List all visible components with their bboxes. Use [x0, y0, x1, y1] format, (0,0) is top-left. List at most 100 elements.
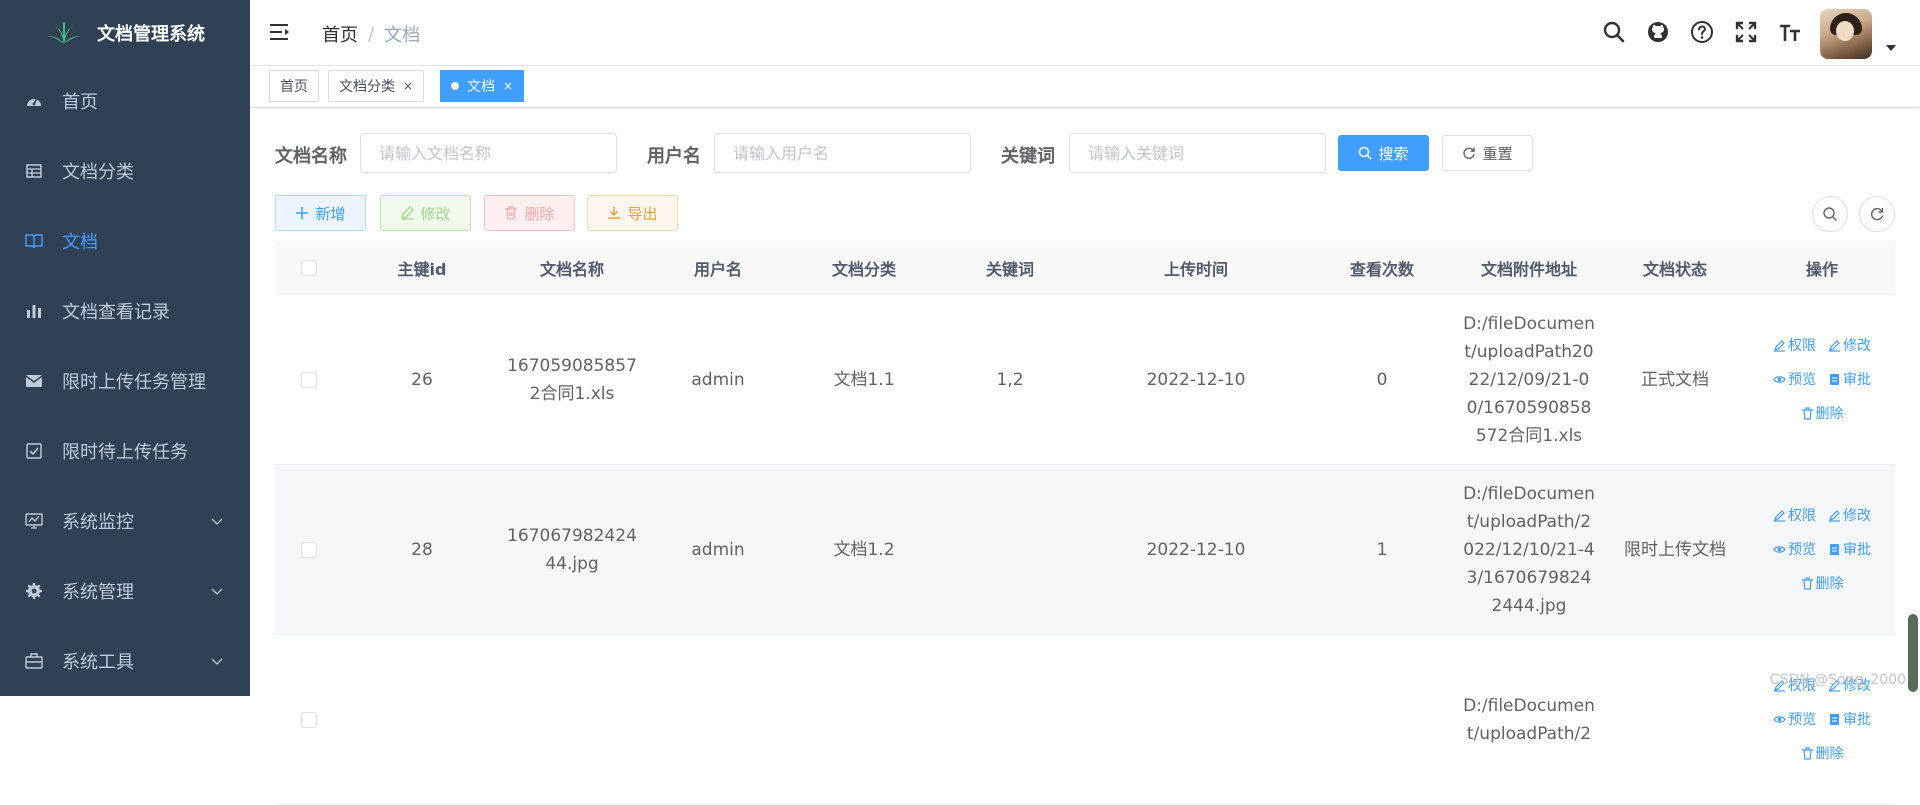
doc-name-label: 文档名称 [275, 142, 347, 168]
doc-name-input[interactable] [360, 133, 617, 173]
sidebar-item-3[interactable]: 文档查看记录 [0, 276, 250, 346]
sidebar-item-7[interactable]: 系统管理 [0, 556, 250, 626]
avatar[interactable] [1820, 9, 1872, 59]
sidebar-item-8[interactable]: 系统工具 [0, 626, 250, 696]
row-edit-link[interactable]: 修改 [1828, 502, 1871, 530]
select-all-checkbox[interactable] [301, 260, 317, 276]
search-icon[interactable] [1602, 20, 1626, 44]
cell-views: 1 [1307, 465, 1457, 634]
chart-icon [24, 301, 44, 321]
row-checkbox[interactable] [301, 712, 317, 728]
row-approve-link[interactable]: 审批 [1828, 366, 1871, 394]
export-button[interactable]: 导出 [587, 195, 678, 231]
search-icon [1822, 206, 1838, 222]
download-icon [607, 206, 621, 220]
app-title: 文档管理系统 [97, 20, 205, 46]
row-checkbox[interactable] [301, 542, 317, 558]
select-all-cell [275, 241, 343, 294]
reset-button[interactable]: 重置 [1442, 135, 1533, 171]
cell-path: D:/fileDocument/uploadPath/2022/12/10/21… [1457, 465, 1601, 634]
row-actions: 权限修改预览审批删除 [1749, 465, 1895, 634]
row-permission-link[interactable]: 权限 [1773, 502, 1816, 530]
toggle-search-button[interactable] [1812, 196, 1848, 232]
cell-name: 167067982424 44.jpg [501, 465, 643, 634]
row-preview-link[interactable]: 预览 [1773, 366, 1816, 394]
tag-label: 文档分类 [339, 76, 395, 96]
op-label: 预览 [1788, 536, 1816, 564]
search-button[interactable]: 搜索 [1338, 135, 1429, 171]
table-body: 261670590858572合同1.xlsadmin文档1.11,22022-… [275, 295, 1895, 805]
breadcrumb-separator: / [368, 24, 374, 45]
row-select-cell [275, 295, 343, 464]
font-size-icon[interactable] [1778, 20, 1802, 44]
sidebar: 文档管理系统 首页文档分类文档文档查看记录限时上传任务管理限时待上传任务系统监控… [0, 0, 250, 696]
header-username[interactable]: 用户名 [643, 241, 793, 294]
refresh-button[interactable] [1859, 196, 1895, 232]
reset-button-label: 重置 [1482, 143, 1512, 164]
avatar-face [1836, 21, 1854, 41]
caret-down-icon[interactable] [1886, 44, 1896, 52]
header-path[interactable]: 文档附件地址 [1457, 241, 1601, 294]
edit-button[interactable]: 修改 [380, 195, 471, 231]
cell-category: 文档1.1 [793, 295, 935, 464]
row-delete-link[interactable]: 删除 [1801, 740, 1844, 768]
row-preview-link[interactable]: 预览 [1773, 706, 1816, 734]
hamburger-icon[interactable] [270, 22, 292, 42]
keyword-input[interactable] [1069, 133, 1326, 173]
cell-keywords [935, 465, 1085, 634]
op-label: 审批 [1843, 366, 1871, 394]
edit-icon [1828, 339, 1841, 352]
header-upload-time[interactable]: 上传时间 [1085, 241, 1307, 294]
close-icon[interactable]: × [503, 79, 513, 93]
tag-home[interactable]: 首页 [269, 70, 319, 102]
preview-icon [1773, 543, 1786, 556]
row-edit-link[interactable]: 修改 [1828, 332, 1871, 360]
fullscreen-icon[interactable] [1734, 20, 1758, 44]
add-button-label: 新增 [315, 203, 345, 224]
row-preview-link[interactable]: 预览 [1773, 536, 1816, 564]
table-row[interactable]: D:/fileDocument/uploadPath/2权限修改预览审批删除 [275, 635, 1895, 805]
delete-button[interactable]: 删除 [484, 195, 575, 231]
close-icon[interactable]: × [403, 79, 413, 93]
row-approve-link[interactable]: 审批 [1828, 706, 1871, 734]
tags-view: 首页 文档分类 × 文档 × [250, 66, 1920, 108]
sidebar-item-6[interactable]: 系统监控 [0, 486, 250, 556]
row-delete-link[interactable]: 删除 [1801, 400, 1844, 428]
row-checkbox[interactable] [301, 372, 317, 388]
monitor-icon [24, 511, 44, 531]
header-doc-name[interactable]: 文档名称 [501, 241, 643, 294]
header-category[interactable]: 文档分类 [793, 241, 935, 294]
op-label: 预览 [1788, 366, 1816, 394]
tag-doc[interactable]: 文档 × [440, 70, 524, 102]
row-actions: 权限修改预览审批删除 [1749, 295, 1895, 464]
tag-doc-category[interactable]: 文档分类 × [328, 70, 424, 102]
add-button[interactable]: 新增 [275, 195, 366, 231]
logo-icon [45, 20, 83, 46]
chevron-down-icon [210, 654, 224, 668]
header-id[interactable]: 主键id [343, 241, 501, 294]
row-approve-link[interactable]: 审批 [1828, 536, 1871, 564]
breadcrumb-home[interactable]: 首页 [322, 21, 358, 47]
github-icon[interactable] [1646, 20, 1670, 44]
table-row[interactable]: 28167067982424 44.jpgadmin文档1.22022-12-1… [275, 465, 1895, 635]
header-status[interactable]: 文档状态 [1601, 241, 1749, 294]
navbar: 首页 / 文档 [250, 0, 1920, 66]
search-button-label: 搜索 [1378, 143, 1408, 164]
header-keywords[interactable]: 关键词 [935, 241, 1085, 294]
table-row[interactable]: 261670590858572合同1.xlsadmin文档1.11,22022-… [275, 295, 1895, 465]
sidebar-item-1[interactable]: 文档分类 [0, 136, 250, 206]
question-icon[interactable] [1690, 20, 1714, 44]
brand[interactable]: 文档管理系统 [0, 0, 250, 66]
row-actions: 权限修改预览审批删除 [1749, 635, 1895, 804]
chevron-down-icon [210, 584, 224, 598]
row-delete-link[interactable]: 删除 [1801, 570, 1844, 598]
sidebar-item-2[interactable]: 文档 [0, 206, 250, 276]
header-views[interactable]: 查看次数 [1307, 241, 1457, 294]
sidebar-item-5[interactable]: 限时待上传任务 [0, 416, 250, 486]
cell-status: 正式文档 [1601, 295, 1749, 464]
sidebar-item-0[interactable]: 首页 [0, 66, 250, 136]
scrollbar[interactable] [1908, 614, 1918, 692]
sidebar-item-4[interactable]: 限时上传任务管理 [0, 346, 250, 416]
username-input[interactable] [714, 133, 971, 173]
row-permission-link[interactable]: 权限 [1773, 332, 1816, 360]
